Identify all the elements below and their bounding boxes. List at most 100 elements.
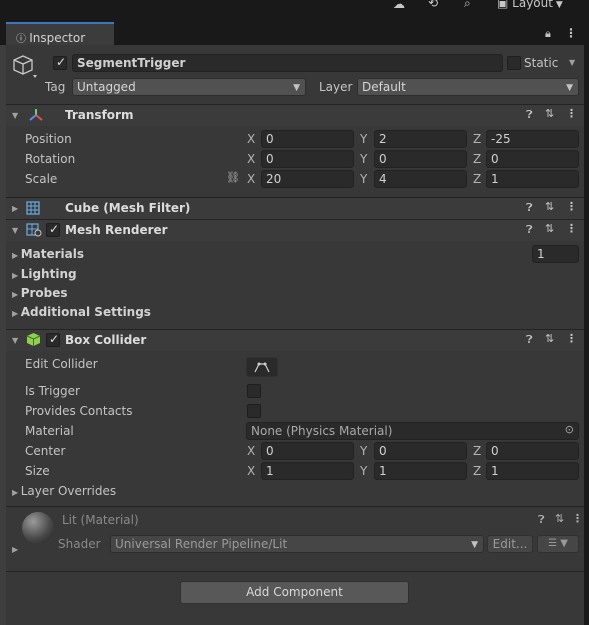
axis-z-label: Z	[473, 444, 482, 458]
component-menu-icon[interactable]: ⋮	[572, 512, 583, 525]
center-y-field[interactable]: 0	[374, 442, 467, 460]
object-picker-icon[interactable]: ⊙	[565, 423, 574, 437]
axis-x-label: X	[247, 444, 256, 458]
kebab-menu-icon[interactable]: ⋮	[565, 26, 577, 40]
tag-value: Untagged	[77, 80, 136, 94]
additional-settings-foldout[interactable]: ▶ Additional Settings	[12, 305, 151, 319]
materials-label: Materials	[20, 247, 85, 261]
is-trigger-checkbox[interactable]	[247, 384, 261, 398]
presets-icon[interactable]: ⇅	[545, 107, 554, 120]
edit-bounds-icon	[254, 362, 270, 373]
presets-icon[interactable]: ⇅	[545, 200, 554, 213]
tag-label: Tag	[45, 80, 66, 94]
foldout-closed-icon[interactable]: ▶	[12, 545, 18, 554]
account-icon[interactable]: ☁	[393, 0, 405, 11]
axis-x-label: X	[247, 172, 256, 186]
static-checkbox[interactable]	[507, 56, 521, 70]
presets-icon[interactable]: ⇅	[555, 512, 564, 525]
size-x-field[interactable]: 1	[261, 462, 354, 480]
lock-icon[interactable]: 🔒︎	[545, 27, 551, 41]
center-label: Center	[25, 444, 66, 458]
lighting-foldout[interactable]: ▶ Lighting	[12, 267, 77, 281]
probes-foldout[interactable]: ▶ Probes	[12, 286, 68, 300]
axis-z-label: Z	[473, 464, 482, 478]
foldout-closed-icon: ▶	[12, 309, 21, 318]
object-name-field[interactable]: SegmentTrigger	[72, 54, 503, 72]
history-icon[interactable]: ⟲	[428, 0, 438, 10]
chevron-down-icon: ▼	[293, 83, 300, 93]
foldout-closed-icon: ▶	[12, 488, 21, 497]
gameobject-icon	[13, 55, 37, 78]
transform-icon	[29, 109, 43, 121]
info-icon: ⓘ	[16, 34, 30, 45]
chevron-down-icon: ▼	[566, 83, 573, 93]
position-y-field[interactable]: 2	[374, 130, 467, 148]
foldout-closed-icon: ▶	[12, 251, 21, 260]
foldout-closed-icon[interactable]: ▶	[12, 204, 18, 213]
component-menu-icon[interactable]: ⋮	[566, 200, 577, 213]
position-z-field[interactable]: -25	[486, 130, 579, 148]
shader-options-button[interactable]: ☰ ▼	[537, 535, 579, 553]
active-checkbox[interactable]	[53, 55, 67, 70]
axis-z-label: Z	[473, 172, 482, 186]
add-component-button[interactable]: Add Component	[180, 581, 409, 604]
layer-overrides-foldout[interactable]: ▶ Layer Overrides	[12, 484, 116, 498]
help-icon[interactable]: ❓︎	[526, 223, 533, 237]
provides-contacts-checkbox[interactable]	[247, 404, 261, 418]
center-x-field[interactable]: 0	[261, 442, 354, 460]
help-icon[interactable]: ❓︎	[526, 108, 533, 122]
size-z-field[interactable]: 1	[486, 462, 579, 480]
scale-z-field[interactable]: 1	[486, 170, 579, 188]
layer-overrides-label: Layer Overrides	[20, 484, 117, 498]
axis-z-label: Z	[473, 152, 482, 166]
position-x-field[interactable]: 0	[261, 130, 354, 148]
constrain-proportions-icon[interactable]: ⛓	[226, 171, 240, 184]
component-menu-icon[interactable]: ⋮	[566, 107, 577, 120]
box-collider-enabled-checkbox[interactable]	[46, 332, 60, 347]
foldout-open-icon[interactable]: ▼	[12, 336, 18, 345]
rotation-y-field[interactable]: 0	[374, 150, 467, 168]
is-trigger-label: Is Trigger	[25, 384, 80, 398]
layout-label: Layout	[512, 0, 553, 10]
presets-icon[interactable]: ⇅	[545, 332, 554, 345]
foldout-open-icon[interactable]: ▼	[12, 111, 18, 120]
presets-icon[interactable]: ⇅	[545, 222, 554, 235]
rotation-x-field[interactable]: 0	[261, 150, 354, 168]
scale-x-field[interactable]: 20	[261, 170, 354, 188]
scale-y-field[interactable]: 4	[374, 170, 467, 188]
layer-dropdown[interactable]: Default ▼	[357, 78, 579, 96]
layout-dropdown[interactable]: ▣ Layout ▼	[497, 0, 563, 10]
static-dropdown-icon[interactable]: ▼	[569, 58, 575, 67]
layer-label: Layer	[319, 80, 353, 94]
component-menu-icon[interactable]: ⋮	[566, 332, 577, 345]
help-icon[interactable]: ❓︎	[526, 333, 533, 347]
edit-shader-button[interactable]: Edit...	[487, 535, 533, 553]
additional-settings-label: Additional Settings	[20, 305, 151, 319]
foldout-open-icon[interactable]: ▼	[12, 226, 18, 235]
mesh-renderer-enabled-checkbox[interactable]	[46, 222, 60, 237]
tag-dropdown[interactable]: Untagged ▼	[72, 78, 306, 96]
tab-label: Inspector	[29, 31, 86, 45]
physics-material-field[interactable]: None (Physics Material) ⊙	[246, 422, 579, 440]
center-z-field[interactable]: 0	[486, 442, 579, 460]
axis-x-label: X	[247, 152, 256, 166]
shader-dropdown[interactable]: Universal Render Pipeline/Lit ▼	[110, 535, 484, 553]
mesh-filter-title: Cube (Mesh Filter)	[65, 201, 191, 215]
axis-x-label: X	[247, 464, 256, 478]
search-icon[interactable]: ⌕	[464, 0, 471, 11]
tab-inspector[interactable]: ⓘ Inspector	[6, 22, 114, 45]
materials-foldout[interactable]: ▶ Materials	[12, 247, 84, 261]
material-preview-sphere	[22, 512, 54, 544]
help-icon[interactable]: ❓︎	[526, 201, 533, 215]
help-icon[interactable]: ❓︎	[538, 513, 545, 527]
static-label: Static	[524, 56, 559, 70]
axis-z-label: Z	[473, 132, 482, 146]
edit-collider-button[interactable]	[246, 357, 278, 377]
rotation-z-field[interactable]: 0	[486, 150, 579, 168]
materials-count-field[interactable]: 1	[532, 245, 579, 263]
size-y-field[interactable]: 1	[374, 462, 467, 480]
axis-y-label: Y	[360, 464, 368, 478]
component-menu-icon[interactable]: ⋮	[566, 222, 577, 235]
size-label: Size	[25, 464, 50, 478]
divider	[6, 571, 584, 572]
